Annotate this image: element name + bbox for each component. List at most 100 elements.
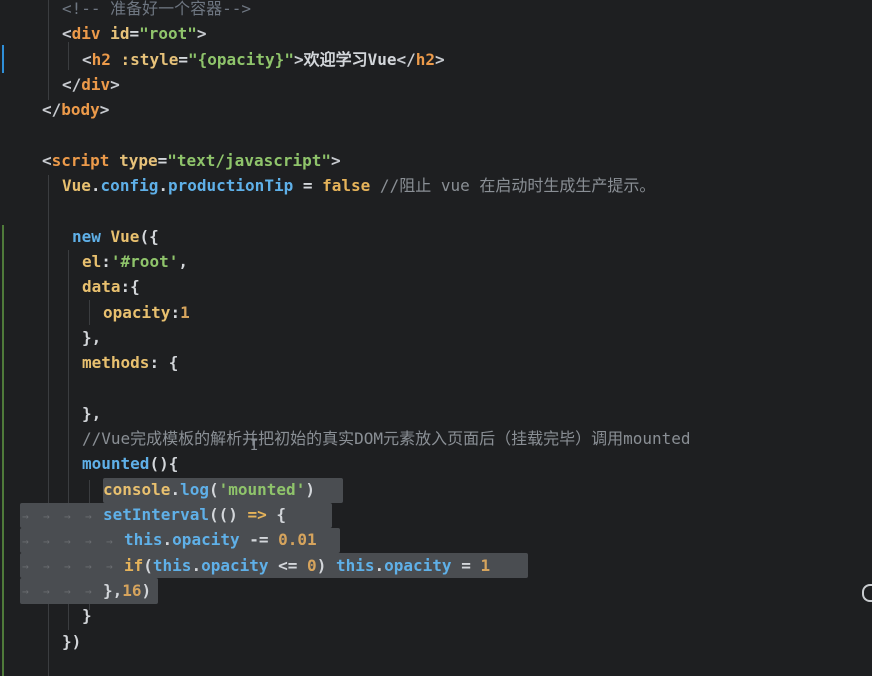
code-token: el [82,252,102,271]
code-token: productionTip [167,176,294,196]
code-line[interactable] [0,198,872,223]
text-cursor-icon: I [250,438,259,454]
code-token: new [72,226,111,246]
code-token: . [374,555,385,575]
code-line[interactable]: console.log('mounted') [0,477,872,502]
code-line[interactable]: mounted(){ [0,451,872,476]
code-line[interactable]: data:{ [0,274,872,299]
code-token: div [71,24,101,44]
code-text: <div id="root"> [62,21,207,46]
code-token: 1 [180,302,190,322]
code-token: : [101,252,111,271]
code-editor[interactable]: → → → → → → → → → → → → → → → → → → <!-- 准备好一个容器--> <div id… [0,0,872,676]
code-token: opacity [384,555,452,575]
code-token: this [124,530,163,550]
code-line[interactable]: <div id="root"> [0,21,872,46]
code-token: false [322,176,371,196]
code-text: </div> [62,72,120,97]
code-line[interactable] [0,123,872,148]
code-token: id [100,24,130,44]
code-token: = [157,150,168,170]
code-line[interactable]: <!-- 准备好一个容器--> [0,0,872,21]
code-line[interactable]: }, [0,325,872,350]
code-line[interactable]: }) [0,629,872,654]
code-text: console.log('mounted') [103,477,315,502]
code-token: '#root' [110,252,179,271]
code-token: , [178,252,188,271]
code-token: body [61,100,100,120]
code-line[interactable]: },16) [0,578,872,603]
code-token: </ [396,49,416,69]
code-text: } [82,603,92,628]
code-token: 1 [480,555,491,575]
code-token: if [124,555,144,575]
code-text: }, [82,325,101,350]
code-token: 16 [122,580,142,600]
code-token: }, [103,580,123,600]
code-text: Vue.config.productionTip = false //阻止 vu… [62,173,655,198]
code-text: new Vue({ [72,224,159,249]
code-token: "{opacity}" [187,49,294,69]
code-line[interactable]: new Vue({ [0,224,872,249]
code-token: => [247,505,267,524]
code-token: > [331,150,341,170]
code-token: = [293,176,323,196]
code-text: methods: { [82,350,178,375]
code-token: > [110,74,120,94]
code-line[interactable]: if(this.opacity <= 0) this.opacity = 1 [0,553,872,578]
code-text: <!-- 准备好一个容器--> [62,0,251,21]
code-token: :style [110,49,179,69]
code-text: //Vue完成模板的解析并把初始的真实DOM元素放入页面后（挂载完毕）调用mou… [82,426,691,451]
code-line[interactable]: this.opacity -= 0.01 [0,527,872,552]
code-text: mounted(){ [82,451,178,476]
code-token: = [178,49,188,69]
code-line[interactable]: <h2 :style="{opacity}">欢迎学习Vue</h2> [0,47,872,72]
code-line[interactable]: methods: { [0,350,872,375]
code-token: console [103,479,171,499]
code-token: . [191,555,202,575]
code-text: if(this.opacity <= 0) this.opacity = 1 [124,553,490,578]
code-line[interactable]: Vue.config.productionTip = false //阻止 vu… [0,173,872,198]
code-token: opacity [201,555,269,575]
code-line[interactable]: </div> [0,72,872,97]
code-token: </ [62,74,82,94]
code-line[interactable]: el:'#root', [0,249,872,274]
code-text: </body> [42,97,109,122]
code-line[interactable]: } [0,603,872,628]
code-token: "root" [139,24,197,44]
code-line[interactable]: //Vue完成模板的解析并把初始的真实DOM元素放入页面后（挂载完毕）调用mou… [0,426,872,451]
code-token: //阻止 vue 在启动时生成生产提示。 [370,176,656,196]
code-token: h2 [91,49,111,69]
code-token: ) [141,580,152,600]
code-token: . [90,176,101,196]
code-line[interactable]: }, [0,401,872,426]
code-line[interactable]: opacity:1 [0,300,872,325]
code-text: setInterval(() => { [103,502,286,527]
code-text: }, [82,401,101,426]
code-token: }) [62,631,82,651]
code-token: . [158,176,168,196]
code-line[interactable] [0,376,872,401]
code-token: . [162,530,173,550]
code-token: this [335,555,375,575]
code-token: < [82,49,92,69]
code-token: { [266,505,287,524]
code-token: 0.01 [278,530,317,550]
scroll-edge-marker-icon[interactable] [862,584,872,602]
code-token: = [451,555,481,575]
code-text: },16) [103,578,151,603]
code-token: opacity [172,530,240,550]
code-token: this [152,555,192,575]
code-line[interactable]: </body> [0,97,872,122]
code-token: type [109,150,158,170]
code-token: </ [42,100,62,120]
code-token: data [82,277,121,297]
code-line[interactable]: setInterval(() => { [0,502,872,527]
code-token: h2 [415,49,436,69]
code-token: < [62,24,72,44]
code-token: = [129,24,140,44]
code-token: opacity [103,302,171,322]
code-line[interactable]: <script type="text/javascript"> [0,148,872,173]
code-token: ( [208,479,219,499]
code-token: Vue [62,176,91,196]
